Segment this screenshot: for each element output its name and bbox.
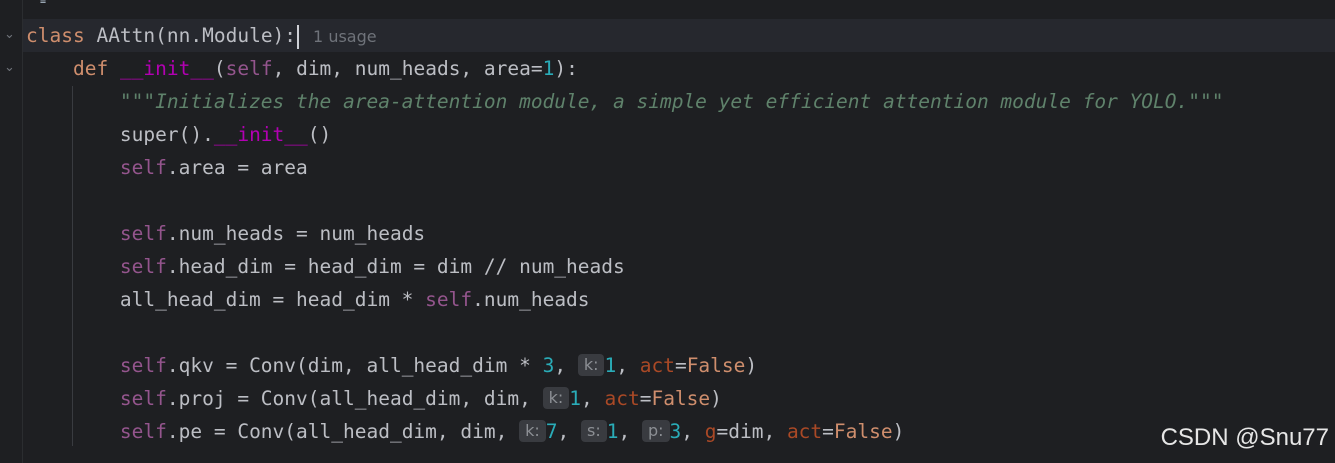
- code-token: .qkv = Conv(dim, all_head_dim *: [166, 354, 543, 377]
- param-hint-p: p:: [641, 420, 670, 442]
- dunder-init: __init__: [119, 57, 214, 80]
- code-line-area[interactable]: self.area = area: [26, 151, 308, 184]
- self-token: self: [119, 354, 167, 377]
- number-token: 7: [545, 420, 558, 443]
- code-token: =: [822, 420, 834, 443]
- docstring: """Initializes the area-attention module…: [119, 90, 1224, 113]
- code-token: ,: [554, 354, 578, 377]
- code-token: ): [710, 387, 722, 410]
- code-token: .area = area: [166, 156, 308, 179]
- code-line-head-dim[interactable]: self.head_dim = head_dim = dim // num_he…: [26, 250, 625, 283]
- code-token: .proj = Conv(all_head_dim, dim,: [166, 387, 543, 410]
- code-line-proj[interactable]: self.proj = Conv(all_head_dim, dim, k: 1,…: [26, 382, 722, 415]
- self-token: self: [119, 387, 167, 410]
- named-arg-act: act: [639, 354, 675, 377]
- code-token: ,: [557, 420, 581, 443]
- fold-class-chevron-icon[interactable]: ⌄: [4, 27, 15, 42]
- number-token: 1: [569, 387, 581, 410]
- number-token: 1: [606, 420, 619, 443]
- keyword-false: False: [651, 387, 711, 410]
- param-hint-k: k:: [577, 354, 605, 376]
- code-token: =: [674, 354, 687, 377]
- keyword-class: class: [26, 24, 85, 47]
- code-token: ,: [580, 387, 605, 410]
- code-token: .pe = Conv(all_head_dim, dim,: [166, 420, 520, 443]
- code-token: .head_dim = head_dim = dim // num_heads: [166, 255, 625, 278]
- code-token: (: [213, 57, 226, 80]
- code-token: ,: [618, 420, 642, 443]
- number-token: 1: [604, 354, 617, 377]
- fold-def-chevron-icon[interactable]: ⌄: [4, 60, 15, 75]
- self-token: self: [119, 222, 167, 245]
- self-token: self: [425, 288, 473, 311]
- code-line-qkv[interactable]: self.qkv = Conv(dim, all_head_dim * 3, k…: [26, 349, 757, 382]
- code-line-docstring[interactable]: """Initializes the area-attention module…: [26, 85, 1224, 118]
- code-token: super().: [119, 123, 214, 146]
- code-line-num-heads[interactable]: self.num_heads = num_heads: [26, 217, 425, 250]
- code-token: , dim, num_heads, area=: [272, 57, 543, 80]
- code-token: =dim,: [716, 420, 787, 443]
- csdn-watermark: CSDN @Snu77: [1160, 424, 1329, 451]
- param-hint-k: k:: [542, 387, 570, 409]
- dunder-init: __init__: [213, 123, 308, 146]
- self-token: self: [119, 255, 167, 278]
- code-token: ,: [616, 354, 640, 377]
- code-token: ): [745, 354, 758, 377]
- number-token: 3: [542, 354, 555, 377]
- code-token: ): [892, 420, 905, 443]
- named-arg-act: act: [604, 387, 640, 410]
- code-token: =: [639, 387, 652, 410]
- code-token: .num_heads: [472, 288, 590, 311]
- self-token: self: [119, 420, 167, 443]
- code-token: ,: [681, 420, 705, 443]
- usage-hint[interactable]: 1 usage: [313, 27, 377, 46]
- code-token: (): [307, 123, 332, 146]
- code-line-class[interactable]: class AAttn(nn.Module): 1 usage: [26, 19, 377, 52]
- code-token: .num_heads = num_heads: [166, 222, 426, 245]
- class-declaration: AAttn(nn.Module):: [96, 24, 297, 47]
- keyword-false: False: [686, 354, 746, 377]
- code-token: all_head_dim = head_dim *: [119, 288, 426, 311]
- code-line-all-head-dim[interactable]: all_head_dim = head_dim * self.num_heads: [26, 283, 590, 316]
- self-token: self: [225, 57, 273, 80]
- self-token: self: [119, 156, 167, 179]
- code-line-pe[interactable]: self.pe = Conv(all_head_dim, dim, k: 7, s…: [26, 415, 904, 448]
- text-caret: [297, 24, 300, 49]
- keyword-def: def: [72, 57, 109, 80]
- code-line-def-init[interactable]: def __init__(self, dim, num_heads, area=…: [26, 52, 578, 85]
- code-token: ):: [554, 57, 578, 80]
- number-token: 3: [669, 420, 682, 443]
- code-line-super[interactable]: super().__init__(): [26, 118, 331, 151]
- gutter-divider: [22, 0, 23, 463]
- named-arg-g: g: [704, 420, 717, 443]
- named-arg-act: act: [786, 420, 823, 443]
- keyword-false: False: [833, 420, 893, 443]
- param-hint-s: s:: [580, 420, 607, 442]
- intention-bulb-icon[interactable]: ≡: [40, 0, 50, 7]
- param-hint-k: k:: [519, 420, 546, 442]
- number-token: 1: [542, 57, 555, 80]
